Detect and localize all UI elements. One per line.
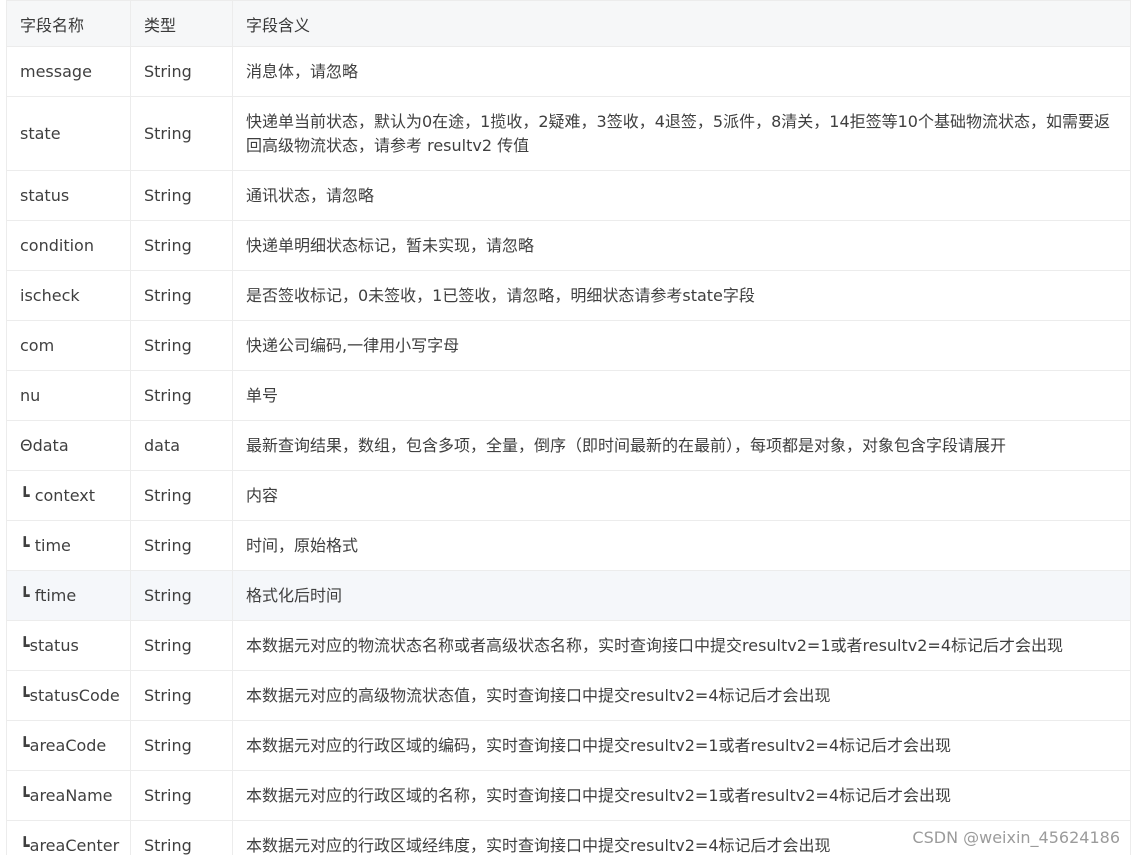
field-type-cell: String: [130, 670, 233, 721]
field-type-cell: String: [130, 520, 233, 571]
field-type-cell: String: [130, 770, 233, 821]
field-type-cell: data: [130, 420, 233, 471]
table-row: ┗ time String 时间，原始格式: [6, 520, 1131, 571]
field-name-cell: condition: [6, 220, 131, 271]
field-type-cell: String: [130, 470, 233, 521]
field-name-cell: Θdata: [6, 420, 131, 471]
header-field-name: 字段名称: [6, 0, 131, 47]
watermark: CSDN @weixin_45624186: [910, 828, 1122, 847]
table-row: Θdata data 最新查询结果，数组，包含多项，全量，倒序（即时间最新的在最…: [6, 420, 1131, 471]
table-row: ┗areaCode String 本数据元对应的行政区域的编码，实时查询接口中提…: [6, 720, 1131, 771]
field-type-cell: String: [130, 170, 233, 221]
field-desc-cell: 通讯状态，请忽略: [232, 170, 1131, 221]
field-name-cell: ┗status: [6, 620, 131, 671]
field-desc-cell: 本数据元对应的物流状态名称或者高级状态名称，实时查询接口中提交resultv2=…: [232, 620, 1131, 671]
field-desc-cell: 单号: [232, 370, 1131, 421]
field-name-cell: ┗areaName: [6, 770, 131, 821]
field-type-cell: String: [130, 620, 233, 671]
field-desc-cell: 消息体，请忽略: [232, 46, 1131, 97]
page: 字段名称 类型 字段含义 message String 消息体，请忽略 stat…: [0, 0, 1136, 855]
field-desc-cell: 快递单明细状态标记，暂未实现，请忽略: [232, 220, 1131, 271]
field-type-cell: String: [130, 820, 233, 855]
field-name-cell: status: [6, 170, 131, 221]
field-name-cell: state: [6, 96, 131, 171]
table-row: com String 快递公司编码,一律用小写字母: [6, 320, 1131, 371]
table-row: ┗areaName String 本数据元对应的行政区域的名称，实时查询接口中提…: [6, 770, 1131, 821]
table-body: message String 消息体，请忽略 state String 快递单当…: [6, 46, 1131, 855]
field-desc-cell: 格式化后时间: [232, 570, 1131, 621]
field-type-cell: String: [130, 270, 233, 321]
table-row: message String 消息体，请忽略: [6, 46, 1131, 97]
field-desc-cell: 快递单当前状态，默认为0在途，1揽收，2疑难，3签收，4退签，5派件，8清关，1…: [232, 96, 1131, 171]
field-name-cell: ┗ context: [6, 470, 131, 521]
field-name-cell: com: [6, 320, 131, 371]
field-desc-cell: 快递公司编码,一律用小写字母: [232, 320, 1131, 371]
header-field-meaning: 字段含义: [232, 0, 1131, 47]
field-name-cell: ┗ time: [6, 520, 131, 571]
table-row: ┗status String 本数据元对应的物流状态名称或者高级状态名称，实时查…: [6, 620, 1131, 671]
field-desc-cell: 内容: [232, 470, 1131, 521]
table-row: status String 通讯状态，请忽略: [6, 170, 1131, 221]
table-row-hovered: ┗ ftime String 格式化后时间: [6, 570, 1131, 621]
field-desc-cell: 本数据元对应的高级物流状态值，实时查询接口中提交resultv2=4标记后才会出…: [232, 670, 1131, 721]
table-row: state String 快递单当前状态，默认为0在途，1揽收，2疑难，3签收，…: [6, 96, 1131, 171]
field-desc-cell: 是否签收标记，0未签收，1已签收，请忽略，明细状态请参考state字段: [232, 270, 1131, 321]
header-row: 字段名称 类型 字段含义: [6, 0, 1131, 47]
table-header: 字段名称 类型 字段含义: [6, 0, 1131, 47]
table-row: condition String 快递单明细状态标记，暂未实现，请忽略: [6, 220, 1131, 271]
field-type-cell: String: [130, 96, 233, 171]
field-desc-cell: 最新查询结果，数组，包含多项，全量，倒序（即时间最新的在最前），每项都是对象，对…: [232, 420, 1131, 471]
field-type-cell: String: [130, 570, 233, 621]
field-type-cell: String: [130, 46, 233, 97]
field-name-cell: ┗areaCenter: [6, 820, 131, 855]
field-desc-cell: 时间，原始格式: [232, 520, 1131, 571]
field-name-cell: ┗areaCode: [6, 720, 131, 771]
header-type: 类型: [130, 0, 233, 47]
field-type-cell: String: [130, 720, 233, 771]
field-desc-cell: 本数据元对应的行政区域的编码，实时查询接口中提交resultv2=1或者resu…: [232, 720, 1131, 771]
table-row: ischeck String 是否签收标记，0未签收，1已签收，请忽略，明细状态…: [6, 270, 1131, 321]
field-name-cell: ┗ ftime: [6, 570, 131, 621]
field-name-cell: message: [6, 46, 131, 97]
field-name-cell: ischeck: [6, 270, 131, 321]
field-type-cell: String: [130, 370, 233, 421]
field-desc-cell: 本数据元对应的行政区域的名称，实时查询接口中提交resultv2=1或者resu…: [232, 770, 1131, 821]
table-row: nu String 单号: [6, 370, 1131, 421]
field-table: 字段名称 类型 字段含义 message String 消息体，请忽略 stat…: [6, 0, 1131, 855]
table-row: ┗ context String 内容: [6, 470, 1131, 521]
field-type-cell: String: [130, 320, 233, 371]
field-type-cell: String: [130, 220, 233, 271]
field-name-cell: ┗statusCode: [6, 670, 131, 721]
field-name-cell: nu: [6, 370, 131, 421]
table-row: ┗statusCode String 本数据元对应的高级物流状态值，实时查询接口…: [6, 670, 1131, 721]
